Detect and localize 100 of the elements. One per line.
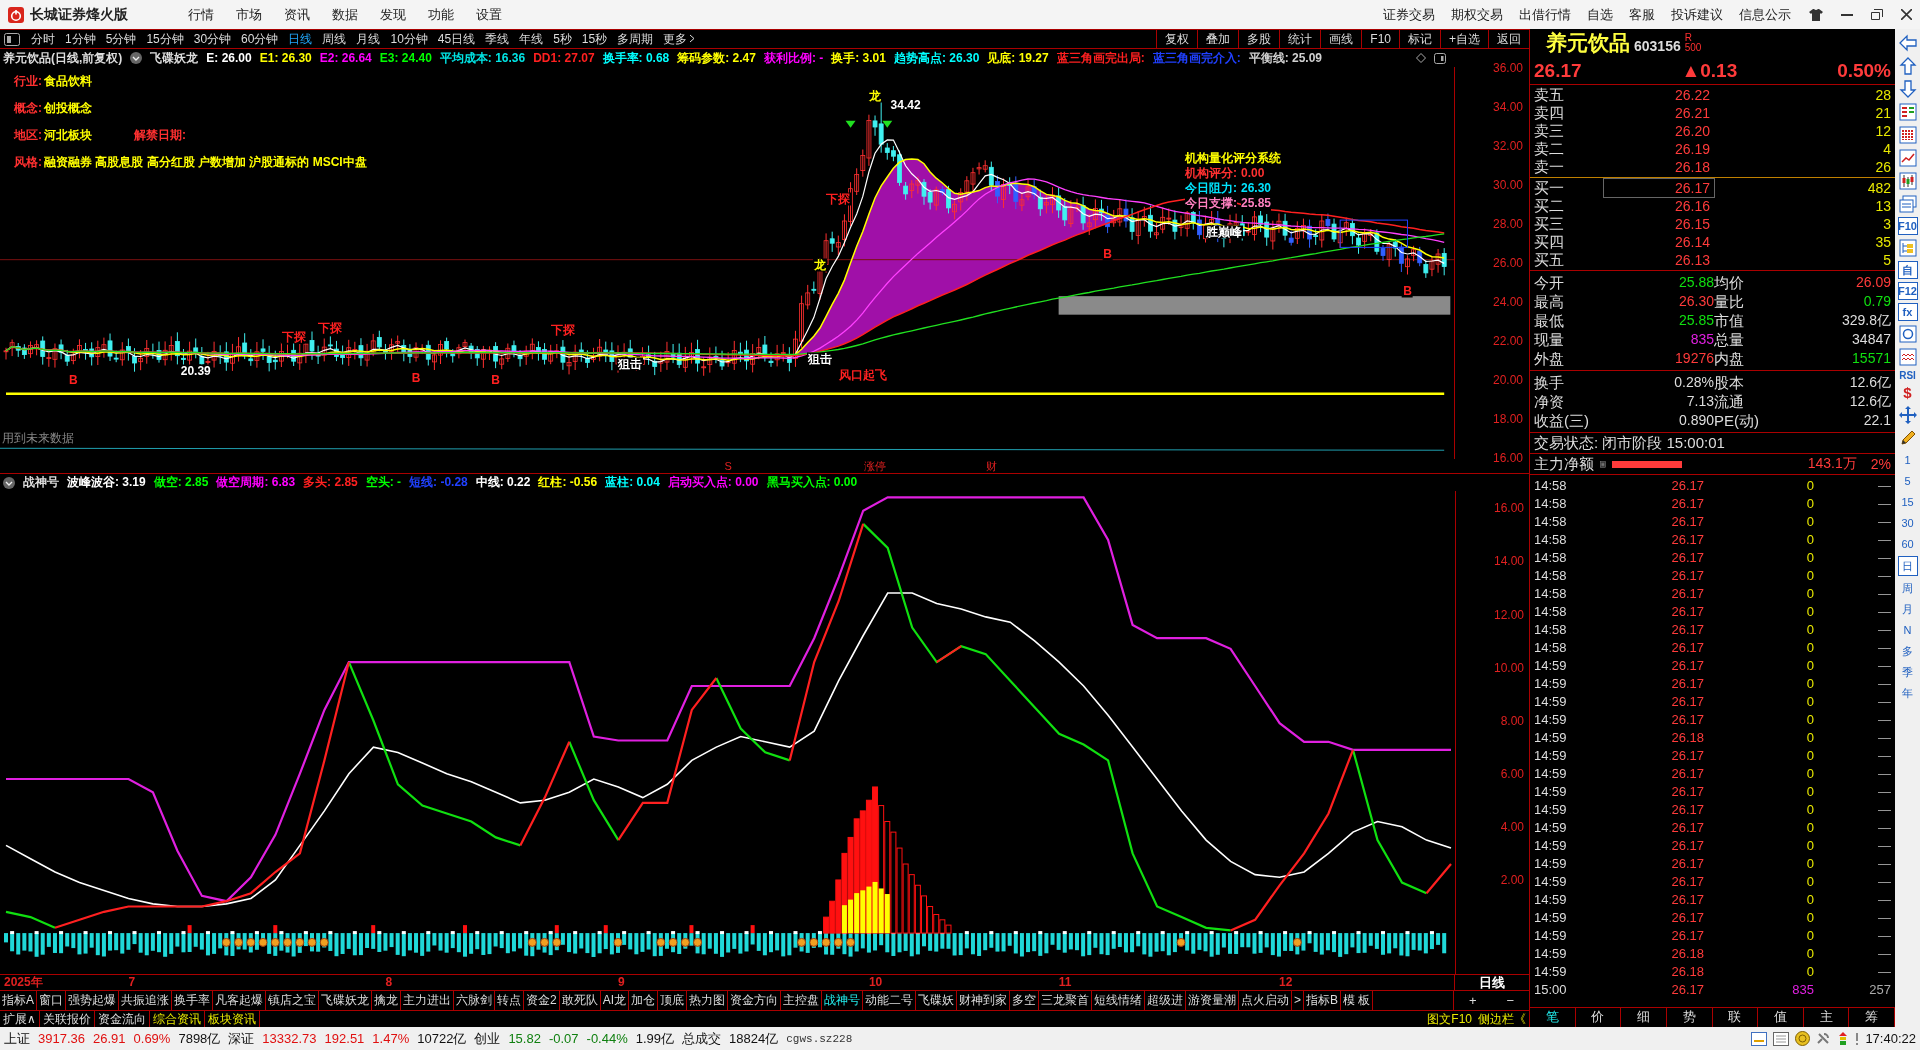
stat-value: 0.890 [1677,411,1714,428]
stat-value: 0.28% [1673,373,1714,392]
tick-price: 26.17 [1670,657,1704,675]
tick-time: 14:58 [1534,621,1568,639]
tick-time: 14:59 [1534,729,1568,747]
order-volume: 21 [1874,104,1891,122]
stat-value: 329.8亿 [1840,311,1891,330]
market-value: -0.44% [586,1031,628,1046]
stat-label: 量比 [1714,292,1745,311]
stat-value: 835 [1689,330,1714,349]
chart-label: 下探 [317,321,344,335]
axis-label: 14.00 [1493,554,1524,569]
tick-price: 26.17 [1670,855,1704,873]
chart-label: 20.39 [179,364,212,378]
tick-volume: 835 [1791,981,1814,999]
tick-time: 14:58 [1534,603,1568,621]
axis-label: 20.00 [1492,373,1523,388]
tick-count: — [1877,549,1891,567]
tick-volume: 0 [1805,549,1814,567]
order-price: 26.19 [1673,140,1711,158]
stat-value: 34847 [1851,330,1891,349]
tick-time: 14:59 [1534,873,1568,891]
tick-count: — [1877,747,1891,765]
info-value: 河北板块 [44,127,92,145]
tick-count: — [1877,639,1891,657]
tick-time: 14:59 [1534,765,1568,783]
stat-value: 15571 [1851,349,1891,368]
chart-label: B [1402,284,1413,298]
tick-price: 26.17 [1670,765,1704,783]
tick-time: 14:58 [1534,549,1568,567]
order-label: 卖二 [1534,140,1565,158]
legend-value: E: 26.00 [206,51,252,66]
tick-time: 14:59 [1534,783,1568,801]
legend-value: 趋势高点: 26.30 [893,49,980,67]
chart-label: 狙击 [617,357,644,371]
legend-value: 做空周期: 6.83 [216,474,296,492]
tick-count: — [1877,783,1891,801]
tick-count: — [1877,819,1891,837]
market-value: 15.82 [508,1031,541,1046]
tick-count: — [1877,657,1891,675]
axis-label: 16.00 [1492,451,1523,466]
tick-time: 14:58 [1534,585,1568,603]
tick-volume: 0 [1805,891,1814,909]
tick-time: 14:59 [1534,675,1568,693]
tick-price: 26.17 [1670,783,1704,801]
axis-label: 32.00 [1492,139,1523,154]
tick-price: 26.17 [1670,927,1704,945]
market-value: 13332.73 [262,1031,317,1046]
axis-label: 6.00 [1500,766,1524,781]
legend-value: 黑马买入点: 0.00 [766,474,858,492]
order-label: 买三 [1534,215,1565,233]
legend-value: E3: 24.40 [379,51,432,66]
tick-volume: 0 [1805,603,1814,621]
chart-label: 胜巅峰 [1204,225,1243,239]
tick-time: 14:59 [1534,747,1568,765]
axis-label: 2.00 [1500,873,1524,888]
tick-volume: 0 [1805,477,1814,495]
tick-time: 14:58 [1534,513,1568,531]
tick-volume: 0 [1805,945,1814,963]
tick-volume: 0 [1805,927,1814,945]
tick-volume: 0 [1805,567,1814,585]
tick-count: — [1877,927,1891,945]
tick-time: 15:00 [1534,981,1568,999]
tick-price: 26.17 [1670,513,1704,531]
tick-count: — [1877,855,1891,873]
stat-value: 25.88 [1677,273,1714,292]
flow-percent: 2% [1870,456,1891,472]
market-value: 18824亿 [729,1029,779,1048]
legend-value: 空头: - [365,474,402,492]
date-label: 2025年 [4,975,43,990]
stat-value: 26.09 [1854,273,1891,292]
tick-volume: 0 [1805,657,1814,675]
market-value: 7898亿 [178,1029,221,1048]
tick-volume: 0 [1805,747,1814,765]
legend-value: 平衡线: 25.09 [1248,49,1323,67]
legend-value: 获利比例: - [763,49,824,67]
chart-label: B [1102,247,1113,261]
date-label: 7 [128,975,136,990]
order-label: 卖五 [1534,86,1565,104]
tick-count: 257 [1868,981,1891,999]
axis-label: 16.00 [1493,501,1524,516]
tick-time: 14:59 [1534,927,1568,945]
tick-volume: 0 [1805,693,1814,711]
tick-count: — [1877,693,1891,711]
stat-value: 25.85 [1677,311,1714,330]
chart-title: 养元饮品(日线,前复权) [3,49,123,67]
app-title: 长城证券烽火版 [30,5,128,24]
tick-volume: 0 [1805,783,1814,801]
stat-label: 现量 [1534,330,1565,349]
legend-value: 波峰波谷: 3.19 [67,474,146,492]
tick-price: 26.17 [1670,909,1704,927]
trade-status: 交易状态: 闭市阶段 15:00:01 [1530,433,1895,454]
tick-volume: 0 [1805,621,1814,639]
tick-count: — [1877,837,1891,855]
tick-price: 26.17 [1670,819,1704,837]
stat-label: 总量 [1714,330,1745,349]
tick-price: 26.17 [1670,837,1704,855]
order-price: 26.17 [1604,179,1714,197]
chart-label: 下探 [280,330,307,344]
order-label: 买四 [1534,233,1565,251]
